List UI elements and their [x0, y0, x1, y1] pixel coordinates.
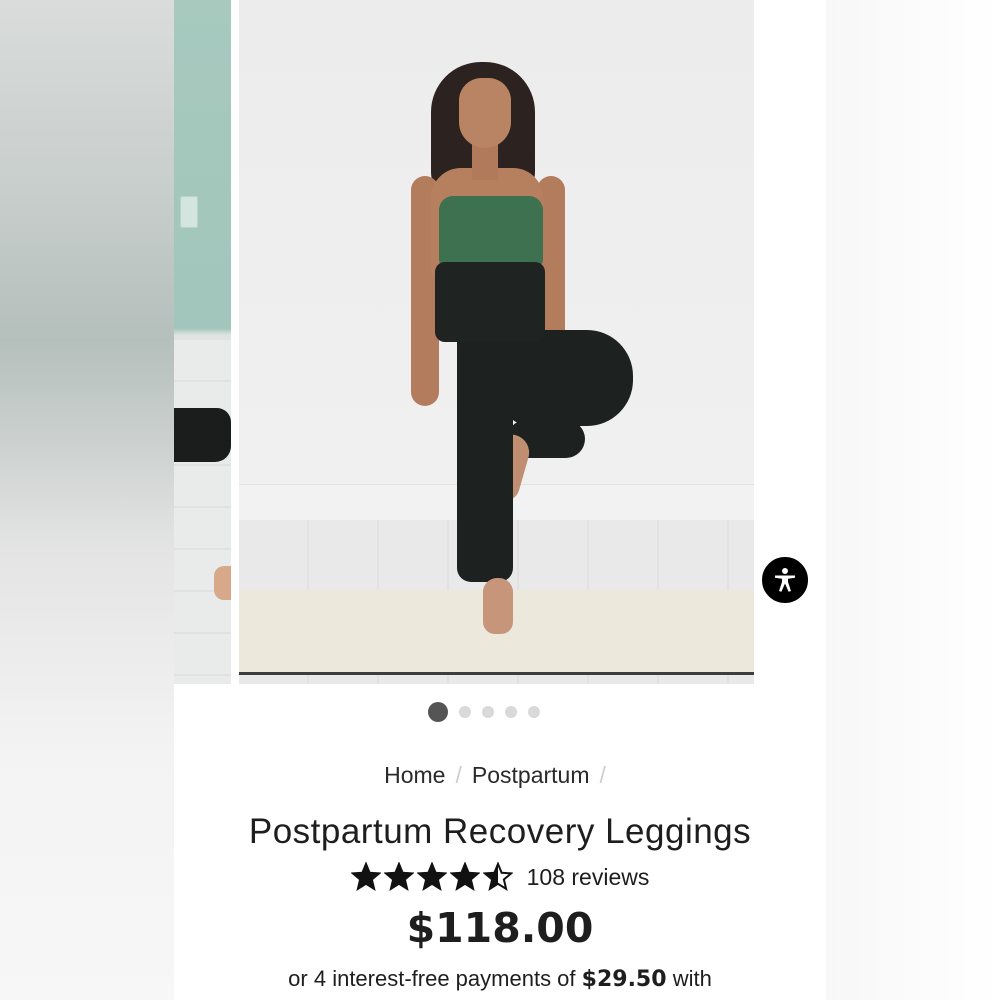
star-rating[interactable]: [350, 862, 513, 892]
star-full-icon: [383, 862, 414, 892]
breadcrumb-home-link[interactable]: Home: [384, 762, 445, 788]
carousel-dot-3[interactable]: [482, 706, 494, 718]
carousel-dot-4[interactable]: [505, 706, 517, 718]
leggings-waistband: [435, 262, 545, 342]
foot-detail: [214, 566, 231, 600]
green-sports-top: [439, 196, 543, 266]
product-image[interactable]: [239, 0, 754, 684]
accessibility-button[interactable]: [760, 555, 810, 605]
model-face: [459, 78, 511, 148]
reviews-link[interactable]: 108 reviews: [527, 864, 650, 891]
breadcrumb-separator: /: [599, 762, 606, 788]
product-price: $118.00: [406, 904, 594, 952]
model-leg-standing: [457, 320, 513, 582]
star-full-icon: [449, 862, 480, 892]
carousel-dots: [428, 702, 540, 722]
installments-text: or 4 interest-free payments of $29.50 wi…: [0, 966, 1000, 992]
installments-suffix: with: [672, 966, 712, 991]
star-half-icon: [482, 862, 513, 892]
legging-detail: [174, 408, 231, 462]
carousel-dot-5[interactable]: [528, 706, 540, 718]
installments-prefix: or 4 interest-free payments of: [288, 966, 576, 991]
product-title: Postpartum Recovery Leggings: [248, 812, 752, 851]
breadcrumb: Home / Postpartum /: [0, 762, 1000, 789]
carousel-dot-1[interactable]: [428, 702, 448, 722]
model-leg-bent: [501, 330, 633, 426]
breadcrumb-postpartum-link[interactable]: Postpartum: [472, 762, 590, 788]
star-full-icon: [416, 862, 447, 892]
installment-amount: $29.50: [581, 967, 667, 992]
star-full-icon: [350, 862, 381, 892]
carousel-dot-2[interactable]: [459, 706, 471, 718]
model-foot-ground: [483, 578, 513, 634]
rating-row: 108 reviews: [0, 862, 1000, 892]
light-switch: [180, 196, 198, 228]
carousel-previous-slide[interactable]: [174, 0, 231, 684]
breadcrumb-separator: /: [455, 762, 462, 788]
floor: [174, 340, 231, 684]
accessibility-person-icon: [775, 568, 795, 592]
